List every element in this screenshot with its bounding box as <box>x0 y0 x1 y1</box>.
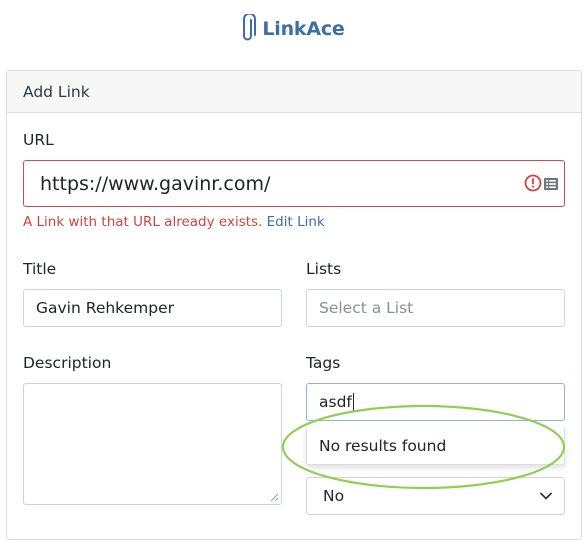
lists-placeholder: Select a List <box>319 299 414 317</box>
url-input[interactable]: https://www.gavinr.com/ <box>23 160 565 207</box>
private-select[interactable]: No <box>306 477 565 515</box>
url-label: URL <box>23 131 54 149</box>
resize-grip-icon[interactable] <box>270 493 279 502</box>
card-header: Add Link <box>7 71 581 113</box>
list-icon <box>544 178 558 190</box>
url-error-message: A Link with that URL already exists. Edi… <box>23 214 325 230</box>
card-title: Add Link <box>23 82 90 101</box>
tags-label: Tags <box>306 354 341 372</box>
tags-input-value: asdf <box>319 393 352 411</box>
tags-input[interactable]: asdf <box>306 383 565 421</box>
chevron-down-icon <box>540 492 552 500</box>
lists-label: Lists <box>306 260 342 278</box>
title-label: Title <box>23 260 57 278</box>
url-input-value: https://www.gavinr.com/ <box>40 172 271 195</box>
brand-logo[interactable]: LinkAce <box>0 14 585 44</box>
tags-dropdown: No results found <box>306 427 565 465</box>
edit-link[interactable]: Edit Link <box>267 214 325 230</box>
tags-no-results: No results found <box>319 436 447 455</box>
private-select-value: No <box>323 487 345 505</box>
paperclip-icon <box>243 14 257 41</box>
description-textarea[interactable] <box>23 383 282 505</box>
description-label: Description <box>23 354 112 372</box>
lists-select[interactable]: Select a List <box>306 289 565 327</box>
title-input[interactable]: Gavin Rehkemper <box>23 289 282 327</box>
brand-name: LinkAce <box>262 18 345 40</box>
title-input-value: Gavin Rehkemper <box>36 299 174 317</box>
url-error-text: A Link with that URL already exists. <box>23 214 263 230</box>
text-caret <box>352 393 354 411</box>
alert-circle-icon <box>524 174 542 192</box>
